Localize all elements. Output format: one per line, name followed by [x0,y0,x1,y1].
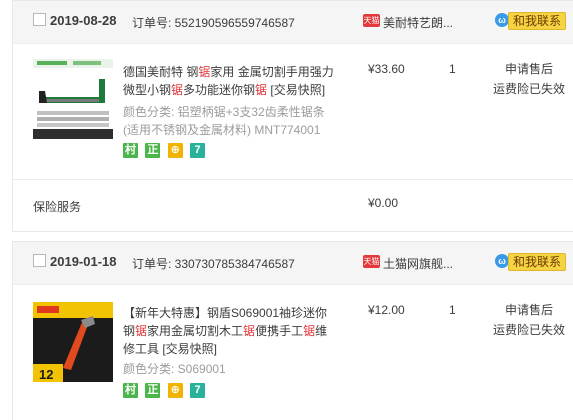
order-date: 2019-08-28 [50,13,117,28]
service-price: ¥0.00 [368,196,399,210]
order-checkbox[interactable] [33,254,46,267]
order-status: 申请售后 运费险已失效 [489,300,569,340]
order-card: 2019-08-28 订单号: 552190596559746587 天猫 美耐… [12,0,573,232]
thumb-number-label: 12 [39,367,53,382]
wangwang-icon: ω [495,13,509,27]
village-tag-icon[interactable]: 村 [123,143,138,158]
item-price: ¥12.00 [368,303,405,317]
hacksaw-product-image [33,59,113,139]
seven-day-return-icon[interactable]: 7 [190,383,206,398]
order-number: 订单号: 330730785384746587 [132,257,295,271]
guarantee-tag-icon[interactable]: ⊕ [167,143,183,158]
order-status: 申请售后 运费险已失效 [489,59,569,99]
tmall-icon: 天猫 [363,255,380,268]
order-card: 2019-01-18 订单号: 330730785384746587 天猫 土猫… [12,241,573,420]
genuine-tag-icon[interactable]: 正 [145,143,161,158]
seven-day-return-icon[interactable]: 7 [190,143,206,158]
contact-button[interactable]: 和我联系 [508,253,567,271]
service-label: 保险服务 [33,200,82,214]
genuine-tag-icon[interactable]: 正 [145,383,161,398]
tmall-icon: 天猫 [363,14,380,27]
order-header: 2019-08-28 订单号: 552190596559746587 天猫 美耐… [13,1,573,44]
product-sku: 颜色分类: 铝塑柄锯+3支32齿柔性锯条(适用不锈钢及金属材料) MNT7740… [123,105,325,137]
order-header: 2019-01-18 订单号: 330730785384746587 天猫 土猫… [13,242,573,285]
service-row: 保险服务 ¥0.00 [13,179,573,232]
apply-after-sale-link[interactable]: 申请售后 [489,300,569,320]
contact-seller[interactable]: ω 和我联系 [495,12,567,30]
product-title-link[interactable]: 【新年大特惠】钢盾S069001袖珍迷你钢锯家用金属切割木工锯便携手工锯维修工具… [123,304,338,358]
item-quantity: 1 [449,303,456,317]
guarantee-tag-icon[interactable]: ⊕ [167,383,183,398]
village-tag-icon[interactable]: 村 [123,383,138,398]
shipping-insurance-status: 运费险已失效 [492,323,565,337]
product-title-link[interactable]: 德国美耐特 钢锯家用 金属切割手用强力微型小钢锯多功能迷你钢锯 [交易快照] [123,63,338,99]
order-number: 订单号: 552190596559746587 [132,16,295,30]
mini-saw-product-image: 12 [33,302,113,382]
service-tags: 村 正 ⊕ 7 [123,383,209,399]
product-thumbnail[interactable]: 12 [33,302,113,382]
contact-seller[interactable]: ω 和我联系 [495,253,567,271]
service-tags: 村 正 ⊕ 7 [123,143,209,159]
product-thumbnail[interactable] [33,59,113,139]
shipping-insurance-status: 运费险已失效 [492,82,565,96]
order-date: 2019-01-18 [50,254,117,269]
item-quantity: 1 [449,62,456,76]
shop-name-link[interactable]: 美耐特艺朗... [383,14,453,31]
shop-name-link[interactable]: 土猫网旗舰... [383,255,453,272]
order-checkbox[interactable] [33,13,46,26]
contact-button[interactable]: 和我联系 [508,12,567,30]
item-price: ¥33.60 [368,62,405,76]
apply-after-sale-link[interactable]: 申请售后 [489,59,569,79]
wangwang-icon: ω [495,254,509,268]
product-sku: 颜色分类: S069001 [123,362,226,376]
